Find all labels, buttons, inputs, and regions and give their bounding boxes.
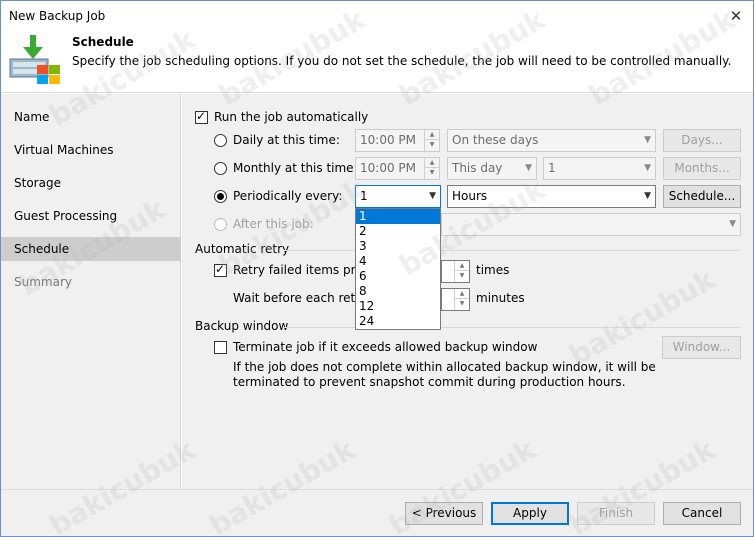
- chevron-down-icon: ▼: [644, 191, 651, 201]
- wait-minutes-spinner[interactable]: ▲ ▼: [441, 288, 470, 311]
- window-title: New Backup Job: [9, 9, 106, 23]
- title-bar: New Backup Job ✕: [1, 1, 753, 31]
- after-job-select: ▼: [441, 213, 741, 236]
- header-title: Schedule: [72, 35, 134, 49]
- chevron-down-icon: ▼: [429, 191, 436, 201]
- group-divider: [284, 327, 741, 328]
- cancel-button[interactable]: Cancel: [663, 502, 741, 525]
- backup-window-note-line2: terminated to prevent snapshot commit du…: [233, 375, 626, 389]
- retry-count-spinner[interactable]: ▲ ▼: [441, 260, 470, 283]
- days-button: Days...: [663, 129, 741, 152]
- spin-up-icon[interactable]: ▲: [425, 158, 439, 168]
- dropdown-option[interactable]: 4: [356, 254, 440, 269]
- monthly-time-spinner[interactable]: ▲ ▼: [424, 158, 439, 179]
- months-button: Months...: [663, 157, 741, 180]
- monthly-radio[interactable]: [214, 162, 227, 175]
- monthly-label: Monthly at this time:: [233, 161, 358, 175]
- dropdown-option[interactable]: 1: [356, 209, 440, 224]
- schedule-button[interactable]: Schedule...: [663, 185, 741, 208]
- period-value-select[interactable]: 1 ▼: [355, 185, 441, 208]
- monthly-number-select[interactable]: 1 ▼: [543, 157, 656, 180]
- period-unit-value: Hours: [452, 189, 488, 203]
- dropdown-option[interactable]: 12: [356, 299, 440, 314]
- after-job-label: After this job:: [233, 217, 314, 231]
- period-value: 1: [360, 189, 368, 203]
- run-automatically-label: Run the job automatically: [214, 110, 369, 124]
- step-summary: Summary: [14, 275, 72, 289]
- automatic-retry-group-label: Automatic retry: [195, 242, 290, 256]
- monthly-number-value: 1: [548, 161, 556, 175]
- backup-window-note-line1: If the job does not complete within allo…: [233, 360, 656, 374]
- terminate-job-label: Terminate job if it exceeds allowed back…: [233, 340, 538, 354]
- backup-job-icon: [9, 35, 60, 84]
- finish-button: Finish: [577, 502, 655, 525]
- spin-up-icon[interactable]: ▲: [455, 261, 469, 271]
- daily-time-spinner[interactable]: ▲ ▼: [424, 130, 439, 151]
- daily-time-value: 10:00 PM: [360, 133, 416, 147]
- run-automatically-checkbox[interactable]: [195, 109, 208, 124]
- chevron-down-icon: ▼: [644, 135, 651, 145]
- spin-up-icon[interactable]: ▲: [455, 289, 469, 299]
- wizard-steps-sidebar: Name Virtual Machines Storage Guest Proc…: [1, 94, 181, 489]
- monthly-day-select[interactable]: This day ▼: [447, 157, 537, 180]
- spin-down-icon[interactable]: ▼: [455, 271, 469, 281]
- monthly-time-picker[interactable]: 10:00 PM ▲ ▼: [355, 157, 440, 180]
- terminate-job-checkbox[interactable]: [214, 341, 227, 354]
- chevron-down-icon: ▼: [644, 163, 651, 173]
- daily-days-value: On these days: [452, 133, 539, 147]
- retry-count-arrows[interactable]: ▲ ▼: [454, 261, 469, 282]
- spin-down-icon[interactable]: ▼: [455, 299, 469, 309]
- step-schedule[interactable]: Schedule: [1, 237, 181, 261]
- monthly-day-value: This day: [452, 161, 503, 175]
- dropdown-option[interactable]: 2: [356, 224, 440, 239]
- chevron-down-icon: ▼: [525, 163, 532, 173]
- spin-down-icon[interactable]: ▼: [425, 168, 439, 178]
- daily-radio[interactable]: [214, 134, 227, 147]
- close-icon[interactable]: ✕: [723, 4, 749, 28]
- spin-down-icon[interactable]: ▼: [425, 140, 439, 150]
- backup-window-group-label: Backup window: [195, 319, 289, 333]
- dropdown-option[interactable]: 3: [356, 239, 440, 254]
- daily-days-select[interactable]: On these days ▼: [447, 129, 656, 152]
- period-unit-select[interactable]: Hours ▼: [447, 185, 656, 208]
- dropdown-option[interactable]: 8: [356, 284, 440, 299]
- step-virtual-machines[interactable]: Virtual Machines: [1, 138, 181, 162]
- step-storage[interactable]: Storage: [1, 171, 181, 195]
- wizard-header: Schedule Specify the job scheduling opti…: [1, 31, 753, 93]
- periodically-radio[interactable]: [214, 190, 227, 203]
- group-divider: [284, 250, 741, 251]
- header-description: Specify the job scheduling options. If y…: [72, 54, 732, 68]
- period-value-dropdown-list[interactable]: 1 2 3 4 6 8 12 24: [355, 208, 441, 330]
- step-name[interactable]: Name: [1, 105, 181, 129]
- dropdown-option[interactable]: 6: [356, 269, 440, 284]
- periodically-label: Periodically every:: [233, 189, 343, 203]
- spin-up-icon[interactable]: ▲: [425, 130, 439, 140]
- after-job-radio: [214, 218, 227, 231]
- window-button: Window...: [662, 336, 741, 359]
- chevron-down-icon: ▼: [729, 219, 736, 229]
- monthly-time-value: 10:00 PM: [360, 161, 416, 175]
- wait-minutes-arrows[interactable]: ▲ ▼: [454, 289, 469, 310]
- wait-minutes-label: minutes: [476, 291, 525, 305]
- retry-failed-checkbox[interactable]: [214, 262, 227, 277]
- dropdown-option[interactable]: 24: [356, 314, 440, 329]
- daily-time-picker[interactable]: 10:00 PM ▲ ▼: [355, 129, 440, 152]
- step-guest-processing[interactable]: Guest Processing: [1, 204, 181, 228]
- daily-label: Daily at this time:: [233, 133, 340, 147]
- previous-button[interactable]: < Previous: [405, 502, 483, 525]
- new-backup-job-window: New Backup Job ✕ Schedule Specify the jo…: [0, 0, 754, 537]
- apply-button[interactable]: Apply: [491, 502, 569, 525]
- retry-times-label: times: [476, 263, 510, 277]
